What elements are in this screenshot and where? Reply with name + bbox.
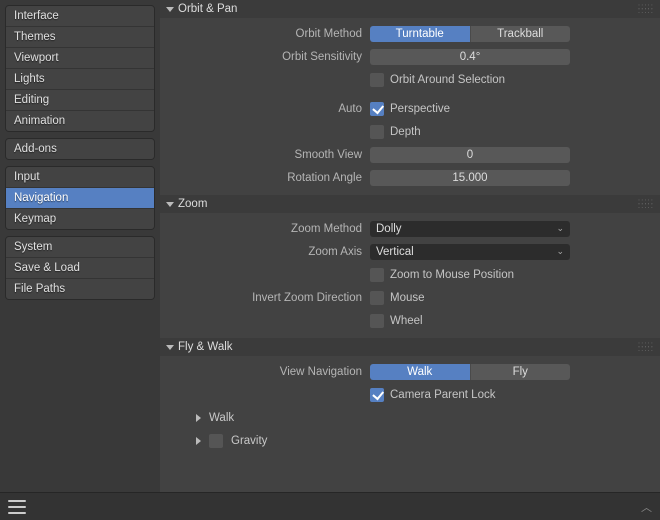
chevron-down-icon: ⌄ xyxy=(556,246,564,257)
auto-perspective-label: Perspective xyxy=(390,103,450,115)
panel-body-flywalk: View Navigation WalkFly Camera Parent Lo… xyxy=(160,356,660,458)
orbit-around-selection-checkbox[interactable] xyxy=(370,73,384,87)
chevron-down-icon: ⌄ xyxy=(556,223,564,234)
subpanel-gravity[interactable]: Gravity xyxy=(172,431,648,450)
panel-title: Orbit & Pan xyxy=(178,3,237,15)
sidebar-item-navigation[interactable]: Navigation xyxy=(6,188,154,209)
zoom-method-label: Zoom Method xyxy=(172,223,370,235)
preferences-sidebar: InterfaceThemesViewportLightsEditingAnim… xyxy=(0,0,160,492)
auto-depth-label: Depth xyxy=(390,126,421,138)
preferences-content: Orbit & Pan :::::::::: Orbit Method Turn… xyxy=(160,0,660,492)
rotation-angle-label: Rotation Angle xyxy=(172,172,370,184)
view-navigation-label: View Navigation xyxy=(172,366,370,378)
smooth-view-label: Smooth View xyxy=(172,149,370,161)
drag-grip-icon[interactable]: :::::::::: xyxy=(638,343,654,351)
sidebar-item-save-load[interactable]: Save & Load xyxy=(6,258,154,279)
sidebar-item-interface[interactable]: Interface xyxy=(6,6,154,27)
scroll-up-icon[interactable]: ︿ xyxy=(641,499,652,515)
view-navigation-toggle[interactable]: WalkFly xyxy=(370,364,570,380)
invert-mouse-checkbox[interactable] xyxy=(370,291,384,305)
smooth-view-field[interactable]: 0 xyxy=(370,147,570,163)
panel-body-orbit: Orbit Method TurntableTrackball Orbit Se… xyxy=(160,18,660,195)
orbit-method-label: Orbit Method xyxy=(172,28,370,40)
panel-title: Fly & Walk xyxy=(178,341,233,353)
orbit-sensitivity-field[interactable]: 0.4° xyxy=(370,49,570,65)
sidebar-item-keymap[interactable]: Keymap xyxy=(6,209,154,229)
zoom-to-mouse-label: Zoom to Mouse Position xyxy=(390,269,514,281)
subpanel-walk[interactable]: Walk xyxy=(172,408,648,427)
sidebar-item-system[interactable]: System xyxy=(6,237,154,258)
panel-title: Zoom xyxy=(178,198,207,210)
rotation-angle-field[interactable]: 15.000 xyxy=(370,170,570,186)
sidebar-item-animation[interactable]: Animation xyxy=(6,111,154,131)
sidebar-item-themes[interactable]: Themes xyxy=(6,27,154,48)
sidebar-item-viewport[interactable]: Viewport xyxy=(6,48,154,69)
segment-trackball[interactable]: Trackball xyxy=(471,26,571,42)
footer-bar: ︿ xyxy=(0,492,660,520)
auto-label: Auto xyxy=(172,103,370,115)
chevron-right-icon xyxy=(196,437,201,445)
subpanel-label: Walk xyxy=(209,412,234,424)
chevron-down-icon xyxy=(166,345,174,350)
orbit-method-toggle[interactable]: TurntableTrackball xyxy=(370,26,570,42)
sidebar-item-lights[interactable]: Lights xyxy=(6,69,154,90)
zoom-method-select[interactable]: Dolly⌄ xyxy=(370,221,570,237)
zoom-axis-select[interactable]: Vertical⌄ xyxy=(370,244,570,260)
orbit-sensitivity-label: Orbit Sensitivity xyxy=(172,51,370,63)
segment-fly[interactable]: Fly xyxy=(471,364,571,380)
sidebar-item-file-paths[interactable]: File Paths xyxy=(6,279,154,299)
panel-header-zoom[interactable]: Zoom :::::::::: xyxy=(160,195,660,213)
chevron-down-icon xyxy=(166,7,174,12)
auto-depth-checkbox[interactable] xyxy=(370,125,384,139)
invert-zoom-label: Invert Zoom Direction xyxy=(172,292,370,304)
drag-grip-icon[interactable]: :::::::::: xyxy=(638,200,654,208)
orbit-around-selection-label: Orbit Around Selection xyxy=(390,74,505,86)
camera-parent-lock-label: Camera Parent Lock xyxy=(390,389,495,401)
auto-perspective-checkbox[interactable] xyxy=(370,102,384,116)
panel-header-flywalk[interactable]: Fly & Walk :::::::::: xyxy=(160,338,660,356)
sidebar-item-input[interactable]: Input xyxy=(6,167,154,188)
camera-parent-lock-checkbox[interactable] xyxy=(370,388,384,402)
drag-grip-icon[interactable]: :::::::::: xyxy=(638,5,654,13)
panel-header-orbit[interactable]: Orbit & Pan :::::::::: xyxy=(160,0,660,18)
segment-walk[interactable]: Walk xyxy=(370,364,471,380)
invert-mouse-label: Mouse xyxy=(390,292,425,304)
zoom-axis-label: Zoom Axis xyxy=(172,246,370,258)
chevron-right-icon xyxy=(196,414,201,422)
hamburger-menu-icon[interactable] xyxy=(8,500,26,514)
invert-wheel-checkbox[interactable] xyxy=(370,314,384,328)
sidebar-item-add-ons[interactable]: Add-ons xyxy=(6,139,154,159)
zoom-to-mouse-checkbox[interactable] xyxy=(370,268,384,282)
panel-body-zoom: Zoom Method Dolly⌄ Zoom Axis Vertical⌄ Z… xyxy=(160,213,660,338)
chevron-down-icon xyxy=(166,202,174,207)
subpanel-label: Gravity xyxy=(231,435,267,447)
segment-turntable[interactable]: Turntable xyxy=(370,26,471,42)
sidebar-item-editing[interactable]: Editing xyxy=(6,90,154,111)
gravity-checkbox[interactable] xyxy=(209,434,223,448)
invert-wheel-label: Wheel xyxy=(390,315,423,327)
